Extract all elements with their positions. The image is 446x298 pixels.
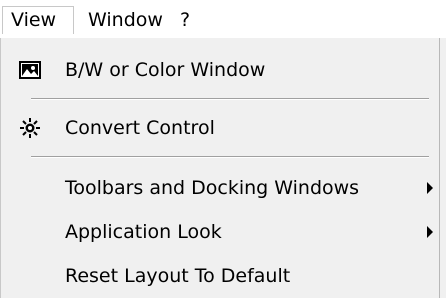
menu-help[interactable]: ? (172, 6, 198, 34)
menu-window[interactable]: Window (80, 6, 171, 34)
menu-separator (31, 156, 429, 158)
menu-item-label: B/W or Color Window (65, 59, 266, 81)
submenu-arrow-icon (427, 226, 433, 238)
sun-icon (19, 118, 41, 138)
menu-item-toolbars-docking-windows[interactable]: Toolbars and Docking Windows (1, 168, 439, 208)
menu-item-application-look[interactable]: Application Look (1, 212, 439, 252)
menu-item-reset-layout[interactable]: Reset Layout To Default (1, 256, 439, 296)
menu-separator (31, 98, 429, 100)
view-dropdown-menu: B/W or Color Window Convert Control Tool… (0, 38, 440, 298)
menu-item-label: Toolbars and Docking Windows (65, 177, 360, 199)
menu-item-convert-control[interactable]: Convert Control (1, 108, 439, 148)
menu-view[interactable]: View (2, 6, 74, 34)
menu-item-label: Convert Control (65, 117, 215, 139)
submenu-arrow-icon (427, 182, 433, 194)
menu-item-label: Application Look (65, 221, 222, 243)
image-icon (19, 60, 41, 80)
menu-bar: View Window ? (0, 0, 446, 38)
menu-item-bw-color-window[interactable]: B/W or Color Window (1, 50, 439, 90)
menu-item-label: Reset Layout To Default (65, 265, 291, 287)
